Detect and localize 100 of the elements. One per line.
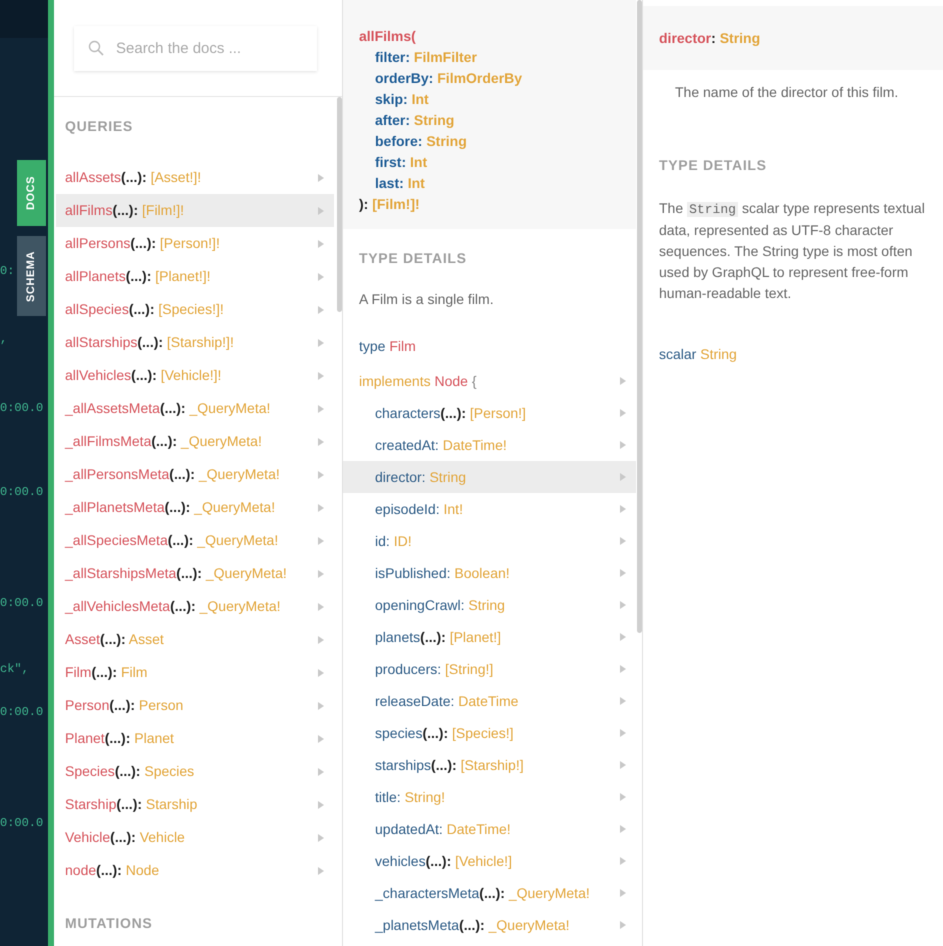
- caret-icon: [620, 377, 626, 385]
- caret-icon: [318, 602, 324, 610]
- query-item[interactable]: Planet(...): Planet: [56, 722, 334, 755]
- query-item[interactable]: _allStarshipsMeta(...): _QueryMeta!: [56, 557, 334, 590]
- field-item[interactable]: episodeId: Int!: [343, 493, 636, 525]
- code-fragment: 0:00.0: [0, 595, 44, 612]
- caret-icon: [620, 729, 626, 737]
- query-item[interactable]: allFilms(...): [Film!]!: [56, 194, 334, 227]
- section-heading: QUERIES: [64, 117, 133, 136]
- query-item[interactable]: allAssets(...): [Asset!]!: [56, 161, 334, 194]
- caret-icon: [318, 206, 324, 214]
- caret-icon: [620, 473, 626, 481]
- query-item[interactable]: _allVehiclesMeta(...): _QueryMeta!: [56, 590, 334, 623]
- scrollbar[interactable]: [637, 0, 642, 633]
- field-item[interactable]: isPublished: Boolean!: [343, 557, 636, 589]
- type-description: A Film is a single film.: [358, 290, 494, 309]
- caret-icon: [620, 761, 626, 769]
- field-item[interactable]: vehicles(...): [Vehicle!]: [343, 845, 636, 877]
- caret-icon: [620, 505, 626, 513]
- caret-icon: [318, 306, 324, 314]
- field-item[interactable]: id: ID!: [343, 525, 636, 557]
- caret-icon: [318, 636, 324, 644]
- argument: orderBy: FilmOrderBy: [374, 69, 522, 88]
- query-item[interactable]: node(...): Node: [56, 854, 334, 887]
- field-item[interactable]: openingCrawl: String: [343, 589, 636, 621]
- query-item[interactable]: _allFilmsMeta(...): _QueryMeta!: [56, 425, 334, 458]
- query-item[interactable]: allSpecies(...): [Species!]!: [56, 293, 334, 326]
- scrollbar[interactable]: [337, 97, 342, 312]
- code-fragment: 0:00.0: [0, 704, 44, 721]
- side-tab[interactable]: SCHEMA: [17, 236, 46, 316]
- scalar-name: scalar String: [658, 345, 737, 364]
- caret-icon: [620, 921, 626, 929]
- caret-icon: [620, 409, 626, 417]
- caret-icon: [620, 793, 626, 801]
- field-item[interactable]: species(...): [Species!]: [343, 717, 636, 749]
- argument: skip: Int: [374, 90, 429, 109]
- field-item[interactable]: updatedAt: DateTime!: [343, 813, 636, 845]
- field-item[interactable]: director: String: [343, 461, 636, 493]
- field-item[interactable]: title: String!: [343, 781, 636, 813]
- section-heading: TYPE DETAILS: [358, 249, 467, 268]
- field-item[interactable]: releaseDate: DateTime: [343, 685, 636, 717]
- caret-icon: [620, 825, 626, 833]
- field-item[interactable]: planets(...): [Planet!]: [343, 621, 636, 653]
- query-item[interactable]: _allPlanetsMeta(...): _QueryMeta!: [56, 491, 334, 524]
- argument: last: Int: [374, 174, 425, 193]
- argument: filter: FilmFilter: [374, 48, 477, 67]
- caret-icon: [620, 665, 626, 673]
- code-fragment: 0:00.0: [0, 400, 44, 417]
- query-item[interactable]: _allSpeciesMeta(...): _QueryMeta!: [56, 524, 334, 557]
- argument: after: String: [374, 111, 454, 130]
- caret-icon: [318, 438, 324, 446]
- query-item[interactable]: allPersons(...): [Person!]!: [56, 227, 334, 260]
- query-item[interactable]: Film(...): Film: [56, 656, 334, 689]
- interface-item[interactable]: implements Node {: [343, 365, 636, 397]
- query-item[interactable]: Person(...): Person: [56, 689, 334, 722]
- caret-icon: [318, 866, 324, 874]
- caret-icon: [620, 601, 626, 609]
- caret-icon: [318, 768, 324, 776]
- query-item[interactable]: allVehicles(...): [Vehicle!]!: [56, 359, 334, 392]
- query-item[interactable]: Vehicle(...): Vehicle: [56, 821, 334, 854]
- caret-icon: [620, 633, 626, 641]
- caret-icon: [318, 372, 324, 380]
- argument: before: String: [374, 132, 467, 151]
- field-item[interactable]: _planetsMeta(...): _QueryMeta!: [343, 909, 636, 941]
- caret-icon: [620, 857, 626, 865]
- return-type: ): [Film!]!: [359, 195, 420, 214]
- field-item[interactable]: producers: [String!]: [343, 653, 636, 685]
- caret-icon: [318, 570, 324, 578]
- field-item[interactable]: starships(...): [Starship!]: [343, 749, 636, 781]
- caret-icon: [318, 240, 324, 248]
- code-fragment: ck",: [0, 661, 29, 678]
- caret-icon: [318, 834, 324, 842]
- query-item[interactable]: _allAssetsMeta(...): _QueryMeta!: [56, 392, 334, 425]
- query-item[interactable]: allPlanets(...): [Planet!]!: [56, 260, 334, 293]
- type-description: The String scalar type represents textual data, represented as UTF-8 character sequences. The String type is most often used by GraphQL to represent free-form human-readable text.: [658, 199, 926, 303]
- caret-icon: [620, 889, 626, 897]
- caret-icon: [318, 470, 324, 478]
- field-description: The name of the director of this film.: [674, 83, 900, 102]
- query-item[interactable]: Species(...): Species: [56, 755, 334, 788]
- caret-icon: [620, 569, 626, 577]
- caret-icon: [318, 504, 324, 512]
- field-item[interactable]: createdAt: DateTime!: [343, 429, 636, 461]
- code-fragment: 0:00.0: [0, 815, 44, 832]
- type-name: type Film: [358, 337, 416, 356]
- search-field[interactable]: Search the docs ...: [74, 26, 317, 70]
- code-fragment: 0:00.0: [0, 484, 44, 501]
- field-signature-name: allFilms(: [359, 27, 416, 46]
- caret-icon: [318, 734, 324, 742]
- caret-icon: [318, 668, 324, 676]
- code-fragment: 0:: [0, 263, 14, 280]
- caret-icon: [318, 174, 324, 182]
- field-item[interactable]: characters(...): [Person!]: [343, 397, 636, 429]
- query-item[interactable]: Starship(...): Starship: [56, 788, 334, 821]
- query-item[interactable]: Asset(...): Asset: [56, 623, 334, 656]
- caret-icon: [620, 697, 626, 705]
- field-title: director: String: [659, 28, 760, 48]
- query-item[interactable]: _allPersonsMeta(...): _QueryMeta!: [56, 458, 334, 491]
- field-item[interactable]: _charactersMeta(...): _QueryMeta!: [343, 877, 636, 909]
- query-item[interactable]: allStarships(...): [Starship!]!: [56, 326, 334, 359]
- caret-icon: [318, 800, 324, 808]
